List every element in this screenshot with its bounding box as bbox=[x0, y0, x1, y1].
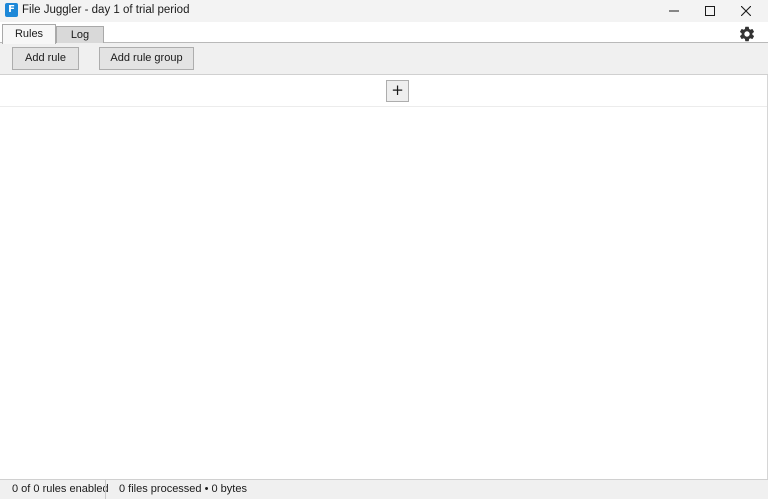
app-window: F File Juggler - day 1 of trial period R… bbox=[0, 0, 768, 499]
maximize-button[interactable] bbox=[692, 0, 728, 22]
add-rule-group-button[interactable]: Add rule group bbox=[99, 47, 194, 70]
close-button[interactable] bbox=[728, 0, 764, 22]
tab-strip: Rules Log bbox=[0, 22, 768, 44]
close-icon bbox=[741, 6, 751, 16]
rules-enabled-status: 0 of 0 rules enabled bbox=[12, 483, 109, 495]
maximize-icon bbox=[705, 6, 715, 16]
minimize-button[interactable] bbox=[656, 0, 692, 22]
minimize-icon bbox=[669, 10, 679, 12]
status-bar: 0 of 0 rules enabled 0 files processed •… bbox=[0, 479, 768, 499]
toolbar: Add rule Add rule group bbox=[0, 43, 768, 75]
gear-icon bbox=[740, 26, 755, 42]
file-juggler-app-icon: F bbox=[5, 3, 18, 17]
files-processed-status: 0 files processed • 0 bytes bbox=[119, 483, 247, 495]
add-rule-strip: + bbox=[0, 75, 767, 107]
window-title: File Juggler - day 1 of trial period bbox=[22, 4, 190, 16]
rules-list: + bbox=[0, 75, 767, 479]
add-item-plus-button[interactable]: + bbox=[386, 80, 409, 102]
settings-button[interactable] bbox=[738, 25, 756, 43]
status-separator bbox=[105, 480, 106, 499]
add-rule-button[interactable]: Add rule bbox=[12, 47, 79, 70]
tab-rules[interactable]: Rules bbox=[2, 24, 56, 44]
tab-log[interactable]: Log bbox=[56, 26, 104, 43]
title-bar[interactable]: F File Juggler - day 1 of trial period bbox=[0, 0, 768, 22]
